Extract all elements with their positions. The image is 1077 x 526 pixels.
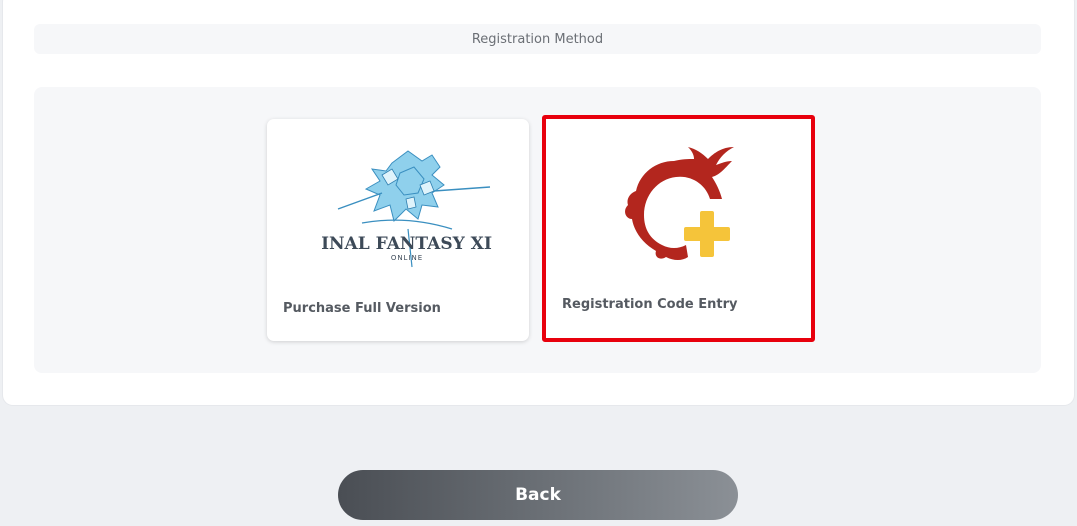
registration-code-entry-label: Registration Code Entry: [562, 297, 738, 312]
plus-badge: [684, 211, 730, 257]
back-button-label: Back: [515, 485, 561, 505]
registration-method-header: Registration Method: [34, 24, 1041, 54]
section-title: Registration Method: [471, 31, 604, 47]
ffxiv-logo-subtitle: ONLINE: [391, 254, 423, 262]
back-button[interactable]: Back: [338, 470, 738, 520]
ffxiv-logo-icon: FINAL FANTASY XIV ONLINE: [322, 150, 492, 268]
purchase-full-version-option[interactable]: FINAL FANTASY XIV ONLINE Purchase Full V…: [267, 119, 529, 341]
registration-code-entry-option[interactable]: Registration Code Entry: [542, 115, 815, 342]
ffxiv-logo-title: FINAL FANTASY XIV: [322, 234, 492, 254]
meteor-plus-icon: [625, 147, 734, 260]
purchase-full-version-label: Purchase Full Version: [283, 301, 441, 316]
registration-panel: Registration Method FINAL FANTASY XIV: [3, 0, 1074, 405]
registration-options: FINAL FANTASY XIV ONLINE Purchase Full V…: [34, 87, 1041, 373]
